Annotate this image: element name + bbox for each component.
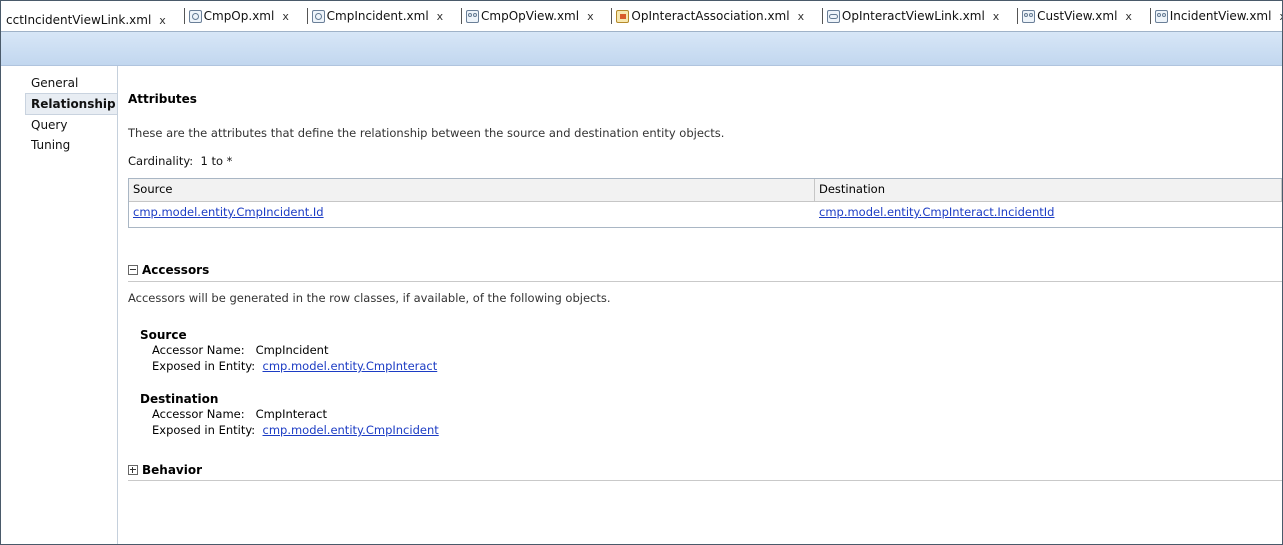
accessor-source-block: Source Accessor Name: CmpIncident Expose… [140,328,437,374]
close-icon[interactable]: x [1125,10,1132,23]
nav-item-tuning[interactable]: Tuning [21,135,117,155]
exposed-entity-label: Exposed in Entity: [152,359,256,373]
accessor-destination-heading: Destination [140,392,219,406]
tab-cctincidentviewlink[interactable]: cctIncidentViewLink.xml x [1,5,175,31]
close-icon[interactable]: x [1279,10,1282,23]
tab-cmpincident[interactable]: CmpIncident.xml x [302,1,453,31]
tab-label: cctIncidentViewLink.xml [6,13,152,27]
close-icon[interactable]: x [798,10,805,23]
tab-separator [306,8,308,24]
tab-separator [1149,8,1151,24]
tab-opinteractviewlink[interactable]: OpInteractViewLink.xml x [817,1,1008,31]
relationship-page: Attributes These are the attributes that… [118,66,1282,544]
destination-attribute-link[interactable]: cmp.model.entity.CmpInteract.IncidentId [819,205,1054,219]
editor-window: cctIncidentViewLink.xml x CmpOp.xml x Cm… [0,0,1283,545]
behavior-divider [128,480,1282,481]
cardinality-label: Cardinality: [128,154,194,168]
collapse-icon[interactable] [128,265,138,275]
accessors-divider [128,281,1282,282]
view-object-icon [1022,9,1036,23]
accessor-source-heading: Source [140,328,187,342]
table-header: Source Destination [129,179,1282,202]
close-icon[interactable]: x [587,10,594,23]
close-icon[interactable]: x [993,10,1000,23]
view-object-icon [1154,9,1168,23]
tab-separator [183,8,185,24]
column-header-destination[interactable]: Destination [815,179,1282,201]
tab-label: IncidentView.xml [1169,9,1272,23]
behavior-heading: Behavior [142,463,203,477]
attributes-heading: Attributes [128,92,197,106]
view-object-icon [466,9,480,23]
tab-label: CmpOp.xml [203,9,275,23]
close-icon[interactable]: x [282,10,289,23]
attributes-table: Source Destination cmp.model.entity.CmpI… [128,178,1282,228]
tab-opinteractassociation[interactable]: OpInteractAssociation.xml x [606,1,813,31]
editor-nav-panel: General Relationship Query Tuning [21,66,118,544]
tab-separator [821,8,823,24]
accessor-destination-block: Destination Accessor Name: CmpInteract E… [140,392,439,438]
tab-label: CustView.xml [1037,9,1118,23]
exposed-entity-link[interactable]: cmp.model.entity.CmpIncident [263,423,439,437]
accessor-name-value: CmpInteract [255,407,327,421]
column-header-source[interactable]: Source [129,179,815,201]
attributes-description: These are the attributes that define the… [128,126,725,140]
accessor-name-value: CmpIncident [255,343,329,357]
accessor-name-label: Accessor Name: [152,343,245,357]
tab-label: CmpIncident.xml [326,9,429,23]
tab-separator [611,8,613,24]
editor-toolbar [1,32,1282,66]
accessors-section-header[interactable]: Accessors [128,263,209,277]
accessor-destination-entity-row: Exposed in Entity: cmp.model.entity.CmpI… [140,422,439,438]
association-icon [616,9,630,23]
exposed-entity-link[interactable]: cmp.model.entity.CmpInteract [263,359,438,373]
accessor-source-name-row: Accessor Name: CmpIncident [140,342,437,358]
tab-label: OpInteractAssociation.xml [631,9,790,23]
nav-item-query[interactable]: Query [21,115,117,135]
nav-item-general[interactable]: General [21,73,117,93]
tab-cmpopview[interactable]: CmpOpView.xml x [456,1,603,31]
destination-cell: cmp.model.entity.CmpInteract.IncidentId [815,202,1282,224]
close-icon[interactable]: x [159,14,166,27]
nav-item-relationship[interactable]: Relationship [25,93,117,115]
editor-tab-strip: cctIncidentViewLink.xml x CmpOp.xml x Cm… [1,1,1282,32]
accessor-destination-name-row: Accessor Name: CmpInteract [140,406,439,422]
tab-label: CmpOpView.xml [481,9,580,23]
tab-separator [461,8,463,24]
tab-separator [1017,8,1019,24]
entity-gear-icon [188,9,202,23]
tab-custview[interactable]: CustView.xml x [1012,1,1141,31]
expand-icon[interactable] [128,465,138,475]
exposed-entity-label: Exposed in Entity: [152,423,256,437]
table-row[interactable]: cmp.model.entity.CmpIncident.Id cmp.mode… [129,202,1282,224]
tab-incidentview[interactable]: IncidentView.xml x [1145,1,1282,31]
accessors-heading: Accessors [142,263,210,277]
tab-label: OpInteractViewLink.xml [841,9,985,23]
source-attribute-link[interactable]: cmp.model.entity.CmpIncident.Id [133,205,324,219]
accessor-source-entity-row: Exposed in Entity: cmp.model.entity.CmpI… [140,358,437,374]
entity-gear-icon [311,9,325,23]
cardinality-value: 1 to * [200,154,233,168]
source-cell: cmp.model.entity.CmpIncident.Id [129,202,815,224]
close-icon[interactable]: x [437,10,444,23]
accessors-description: Accessors will be generated in the row c… [128,291,611,305]
behavior-section-header[interactable]: Behavior [128,463,202,477]
tab-cmpop[interactable]: CmpOp.xml x [179,1,298,31]
accessor-name-label: Accessor Name: [152,407,245,421]
view-link-icon [826,9,840,23]
left-gutter [1,66,21,544]
cardinality-row: Cardinality: 1 to * [128,154,232,168]
